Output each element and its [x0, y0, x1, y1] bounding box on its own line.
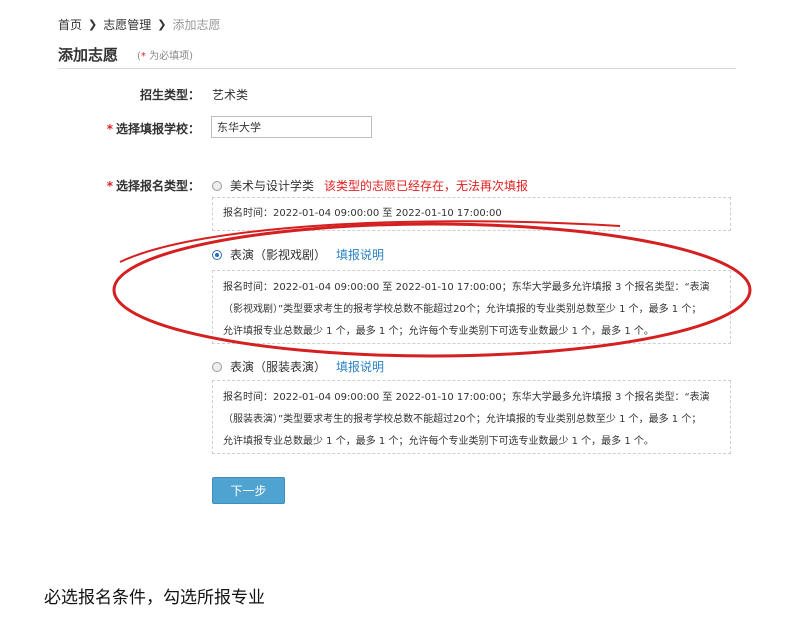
category-option-art-design[interactable]: 美术与设计学类 该类型的志愿已经存在，无法再次填报: [212, 177, 528, 194]
option-info-text: 报名时间：2022-01-04 09:00:00 至 2022-01-10 17…: [223, 208, 502, 219]
next-step-button[interactable]: 下一步: [212, 477, 285, 504]
school-input[interactable]: [211, 116, 372, 138]
option-label: 表演（影视戏剧）: [230, 248, 327, 262]
school-label: * 选择填报学校：: [107, 120, 200, 137]
required-star-icon: *: [140, 51, 146, 62]
page-title: 添加志愿: [58, 46, 119, 64]
enroll-type-label: 招生类型：: [139, 88, 200, 102]
option-info-box: 报名时间：2022-01-04 09:00:00 至 2022-01-10 17…: [212, 270, 731, 344]
title-divider: [58, 68, 736, 69]
breadcrumb-current: 添加志愿: [172, 18, 221, 32]
caption: 必选报名条件，勾选所报专业: [44, 588, 265, 608]
school-label-text: 选择填报学校：: [115, 122, 200, 136]
radio-button-checked[interactable]: [212, 249, 222, 260]
breadcrumb: 首页 ❯ 志愿管理 ❯ 添加志愿: [58, 16, 220, 33]
chevron-right-icon: ❯: [157, 18, 167, 31]
radio-button[interactable]: [212, 180, 222, 191]
chevron-right-icon: ❯: [88, 18, 98, 31]
category-option-fashion[interactable]: 表演（服装表演） 填报说明: [212, 358, 384, 375]
option-info-line: （影视戏剧）”类型要求考生的报考学校总数不能超过20个；允许填报的专业类别总数至…: [223, 304, 702, 315]
required-star-icon: *: [106, 179, 113, 193]
option-label: 美术与设计学类: [230, 179, 315, 193]
required-note: (* 为必填项): [137, 51, 193, 62]
breadcrumb-section[interactable]: 志愿管理: [103, 16, 151, 33]
category-label: * 选择报名类型：: [107, 177, 200, 194]
option-info-line: 报名时间：2022-01-04 09:00:00 至 2022-01-10 17…: [223, 282, 710, 293]
required-note-text: 为必填项: [149, 51, 190, 62]
option-info-box: 报名时间：2022-01-04 09:00:00 至 2022-01-10 17…: [212, 197, 731, 231]
required-star-icon: *: [106, 122, 113, 136]
option-info-line: 允许填报专业总数最少 1 个，最多 1 个；允许每个专业类别下可选专业数最少 1…: [223, 436, 654, 447]
option-info-box: 报名时间：2022-01-04 09:00:00 至 2022-01-10 17…: [212, 380, 731, 454]
fill-instructions-link[interactable]: 填报说明: [336, 358, 384, 375]
option-info-line: 允许填报专业总数最少 1 个，最多 1 个；允许每个专业类别下可选专业数最少 1…: [223, 326, 654, 337]
option-info-line: 报名时间：2022-01-04 09:00:00 至 2022-01-10 17…: [223, 392, 710, 403]
option-warning: 该类型的志愿已经存在，无法再次填报: [324, 179, 529, 193]
radio-button[interactable]: [212, 361, 222, 372]
breadcrumb-home[interactable]: 首页: [58, 16, 82, 33]
fill-instructions-link[interactable]: 填报说明: [336, 246, 384, 263]
option-label: 表演（服装表演）: [230, 360, 327, 374]
category-option-film-drama[interactable]: 表演（影视戏剧） 填报说明: [212, 246, 384, 263]
category-label-text: 选择报名类型：: [115, 179, 200, 193]
option-info-line: （服装表演）”类型要求考生的报考学校总数不能超过20个；允许填报的专业类别总数至…: [223, 414, 702, 425]
enroll-type-value: 艺术类: [212, 88, 249, 102]
